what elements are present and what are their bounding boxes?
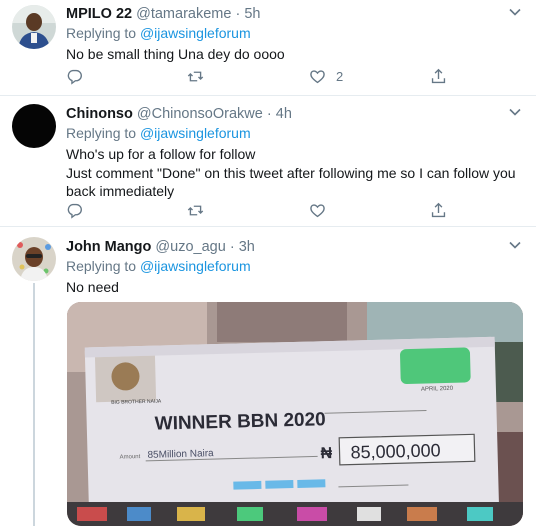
retweet-button[interactable] [187, 200, 204, 220]
tweet-text: No need [66, 278, 524, 297]
display-name[interactable]: MPILO 22 [66, 6, 132, 22]
tweet-text: Who's up for a follow for follow Just co… [66, 145, 524, 201]
replying-to: Replying to @ijawsingleforum [66, 24, 524, 43]
tweet-text-line: Just comment "Done" on this tweet after … [66, 164, 516, 181]
tweet-chinonso[interactable]: Chinonso @ChinonsoOrakwe · 4h Replying t… [0, 96, 536, 227]
tweet-text-line: No be small thing Una dey do oooo [66, 46, 285, 62]
chevron-down-icon[interactable] [508, 105, 522, 119]
display-name[interactable]: John Mango [66, 239, 151, 255]
reply-icon [67, 69, 82, 85]
replying-to-handle[interactable]: @ijawsingleforum [140, 258, 251, 274]
chevron-down-icon[interactable] [508, 5, 522, 19]
timestamp[interactable]: 5h [244, 6, 260, 22]
cheque-amount-label: Amount [120, 454, 141, 461]
replying-to-handle[interactable]: @ijawsingleforum [140, 125, 251, 141]
replying-to-handle[interactable]: @ijawsingleforum [140, 25, 251, 41]
cheque-date: APRIL 2020 [421, 386, 454, 393]
reply-button[interactable] [66, 200, 83, 220]
tweet-actions: 2 [66, 66, 466, 86]
share-button[interactable] [430, 200, 447, 220]
reply-button[interactable] [66, 66, 83, 86]
tweet-text-line: No need [66, 279, 119, 295]
like-button[interactable] [309, 200, 336, 220]
avatar[interactable] [12, 5, 56, 49]
cheque-currency: ₦ [320, 445, 332, 462]
separator: · [235, 6, 241, 22]
reply-icon [67, 203, 82, 219]
replying-to-label: Replying to [66, 125, 137, 141]
avatar[interactable] [12, 237, 56, 281]
like-count: 2 [336, 68, 344, 84]
cheque-photo: BIG BROTHER NAIJA APRIL 2020 WINNER BBN … [67, 302, 523, 526]
separator: · [266, 106, 272, 122]
user-handle[interactable]: @tamarakeme [136, 6, 231, 22]
replying-to-label: Replying to [66, 258, 137, 274]
user-handle[interactable]: @ChinonsoOrakwe [137, 106, 263, 122]
replying-to: Replying to @ijawsingleforum [66, 124, 524, 143]
chevron-down-icon[interactable] [508, 238, 522, 252]
thread-line [33, 283, 35, 526]
tweet-text-line: Who's up for a follow for follow [66, 146, 256, 162]
tweet-actions [66, 200, 466, 220]
tweet-mpilo[interactable]: MPILO 22 @tamarakeme · 5h Replying to @i… [0, 0, 536, 96]
avatar[interactable] [12, 104, 56, 148]
tweet-media-image[interactable]: BIG BROTHER NAIJA APRIL 2020 WINNER BBN … [67, 302, 523, 526]
user-handle[interactable]: @uzo_agu [155, 239, 225, 255]
separator: · [229, 239, 235, 255]
like-icon [310, 203, 325, 217]
like-button[interactable]: 2 [309, 66, 343, 86]
timestamp[interactable]: 3h [239, 239, 255, 255]
like-icon [310, 69, 325, 83]
replying-to: Replying to @ijawsingleforum [66, 257, 524, 276]
share-icon [431, 202, 446, 217]
cheque-amount-box: 85,000,000 [350, 440, 441, 462]
share-icon [431, 68, 446, 83]
display-name[interactable]: Chinonso [66, 106, 133, 122]
tweet-text-line: back immediately [66, 183, 175, 199]
retweet-button[interactable] [187, 66, 204, 86]
share-button[interactable] [430, 66, 447, 86]
retweet-icon [187, 71, 204, 81]
tweet-text: No be small thing Una dey do oooo [66, 45, 524, 64]
replying-to-label: Replying to [66, 25, 137, 41]
cheque-headline: WINNER BBN 2020 [154, 409, 326, 434]
retweet-icon [187, 205, 204, 215]
timestamp[interactable]: 4h [276, 106, 292, 122]
